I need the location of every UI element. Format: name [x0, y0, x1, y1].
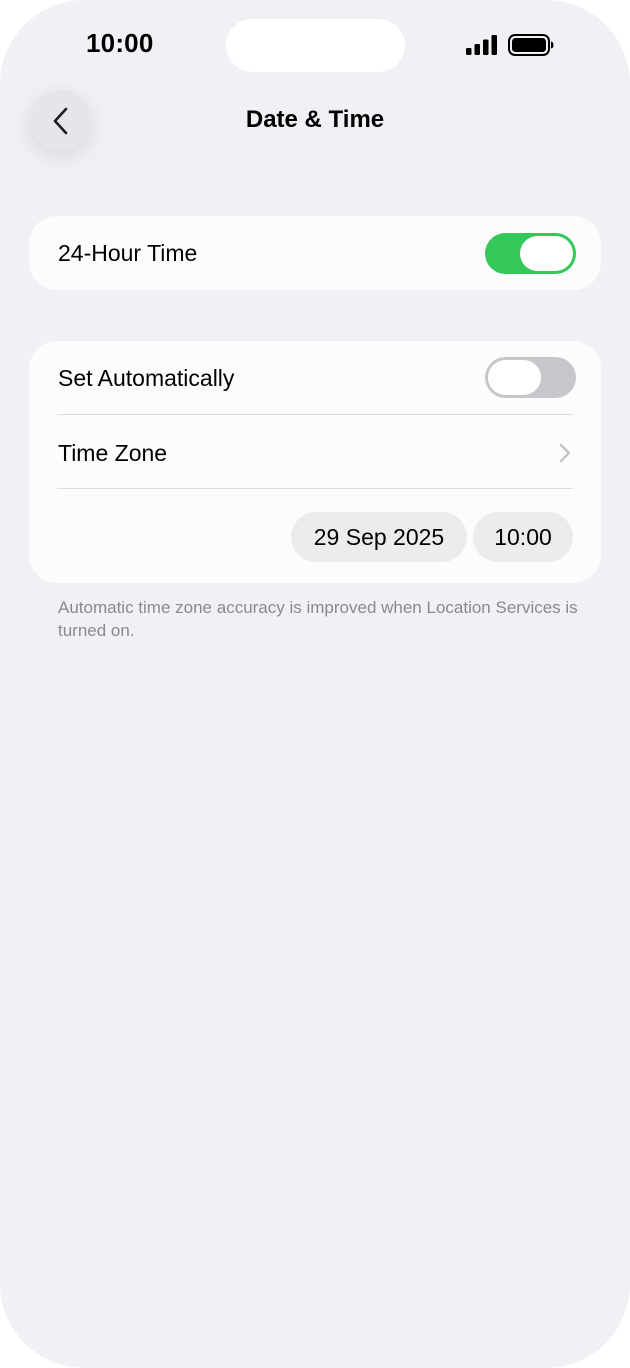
signal-bars-icon: [466, 35, 497, 55]
toggle-24-hour-time[interactable]: [485, 233, 576, 274]
time-picker-button[interactable]: 10:00: [473, 512, 573, 562]
settings-group-date-time: Set Automatically Time Zone 29 Sep 2025 …: [29, 341, 601, 583]
row-label-time-zone: Time Zone: [58, 440, 168, 466]
divider: [57, 488, 573, 489]
date-picker-button[interactable]: 29 Sep 2025: [291, 512, 467, 562]
status-bar-time: 10:00: [86, 28, 154, 58]
row-label-set-automatically: Set Automatically: [58, 365, 235, 391]
row-24-hour-time: 24-Hour Time: [29, 216, 601, 290]
footnote-text: Automatic time zone accuracy is improved…: [58, 598, 578, 640]
row-label-24-hour-time: 24-Hour Time: [58, 240, 198, 266]
phone-screen: 10:00 Date & Time 24-Hour Time Set Autom…: [0, 0, 630, 1368]
settings-group-time-format: 24-Hour Time: [29, 216, 601, 290]
row-set-automatically: Set Automatically: [29, 341, 601, 415]
toggle-set-automatically[interactable]: [485, 357, 576, 398]
toggle-knob: [488, 360, 541, 395]
row-time-zone[interactable]: Time Zone: [29, 415, 601, 489]
page-title: Date & Time: [245, 106, 385, 133]
toggle-knob: [520, 236, 573, 271]
dynamic-island: [226, 19, 405, 72]
battery-full-icon: [508, 34, 554, 56]
chevron-right-icon: [559, 443, 571, 463]
